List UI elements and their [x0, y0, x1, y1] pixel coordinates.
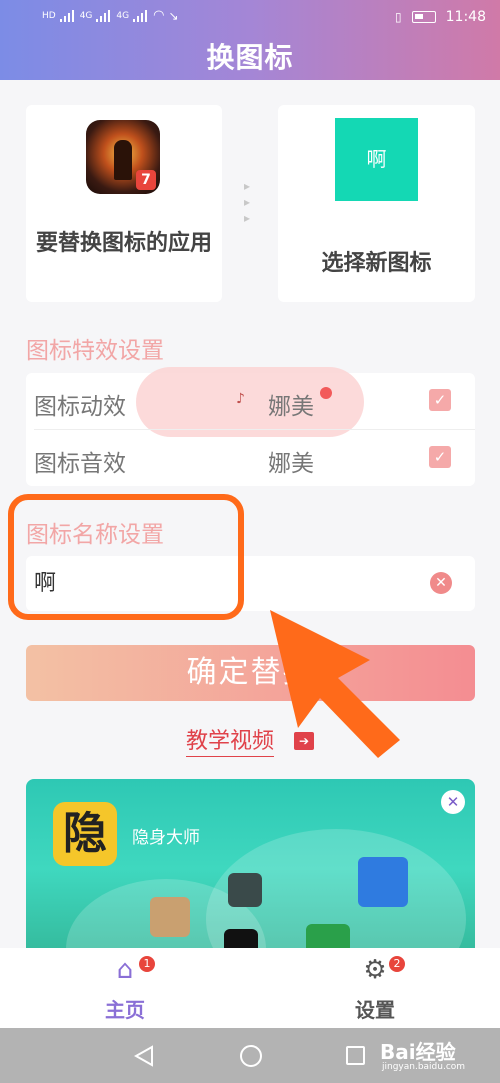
wifi-icon: ◠ [153, 8, 165, 23]
signal-indicators: HD 4G 4G ◠ ↘ [42, 8, 179, 23]
tab-home[interactable]: ⌂ 1 主页 [0, 948, 250, 1028]
missed-call-icon: ↘ [168, 8, 179, 23]
app-tile-icon [358, 857, 408, 907]
bottom-tab-bar: ⌂ 1 主页 ⚙ 2 设置 [0, 948, 500, 1028]
system-nav-bar: Bai经验 jingyan.baidu.com [0, 1028, 500, 1083]
app-tile-icon [150, 897, 190, 937]
app-tile-icon [228, 873, 262, 907]
new-icon-card[interactable]: 啊 选择新图标 [278, 105, 475, 302]
effects-card: 图标动效 ♪ 娜美 ✓ 图标音效 娜美 ✓ [26, 367, 475, 486]
network-label: 4G [79, 10, 93, 21]
status-bar: HD 4G 4G ◠ ↘ ▯ 11:48 [0, 0, 500, 36]
new-icon-label: 选择新图标 [321, 251, 432, 276]
game-app-icon: 7 [86, 120, 160, 194]
annotation-highlight-box [8, 494, 244, 620]
touch-highlight [136, 367, 364, 437]
signal-icon [59, 9, 76, 22]
back-icon[interactable] [134, 1045, 154, 1067]
signal-icon [96, 9, 112, 22]
clock: 11:48 [445, 9, 486, 25]
tab-settings[interactable]: ⚙ 2 设置 [250, 948, 500, 1028]
effects-section-title: 图标特效设置 [26, 338, 164, 364]
app-header: HD 4G 4G ◠ ↘ ▯ 11:48 换图标 [0, 0, 500, 80]
annotation-arrow-icon [270, 610, 400, 758]
sound-effect-value: 娜美 [268, 451, 314, 477]
animation-effect-row[interactable]: 图标动效 ♪ 娜美 ✓ [26, 367, 475, 437]
tab-settings-label: 设置 [355, 998, 395, 1022]
new-dot-badge [320, 387, 332, 399]
checkbox-animation[interactable]: ✓ [429, 389, 451, 411]
recent-apps-icon[interactable] [346, 1046, 365, 1065]
ad-close-icon[interactable]: ✕ [441, 790, 465, 814]
checkbox-sound[interactable]: ✓ [429, 446, 451, 468]
effect-preview-icon: ♪ [236, 391, 245, 407]
chevron-right-icon: ▸ ▸ ▸ [244, 179, 251, 225]
sound-effect-row[interactable]: 图标音效 娜美 ✓ [26, 430, 475, 486]
home-badge: 1 [139, 956, 155, 972]
new-icon-preview: 啊 [335, 118, 418, 201]
animation-effect-label: 图标动效 [34, 394, 126, 420]
clear-icon[interactable]: ✕ [430, 572, 452, 594]
target-app-label: 要替换图标的应用 [35, 231, 212, 256]
ad-logo-icon: 隐 [53, 802, 117, 866]
page-title: 换图标 [206, 41, 294, 74]
tutorial-video-link[interactable]: 教学视频 [186, 728, 275, 757]
gear-icon: ⚙ [363, 955, 387, 985]
status-right: ▯ 11:48 [395, 9, 486, 25]
hd-label: HD [42, 10, 56, 21]
sound-effect-label: 图标音效 [34, 451, 126, 477]
network-label: 4G [116, 10, 130, 21]
watermark-logo: Bai经验 [380, 1040, 456, 1064]
target-app-card[interactable]: 7 要替换图标的应用 [26, 105, 222, 302]
ad-title: 隐身大师 [132, 828, 200, 848]
home-icon: ⌂ [116, 955, 134, 985]
app-badge-icon: 7 [136, 170, 156, 190]
warrior-figure [114, 140, 132, 180]
animation-effect-value: 娜美 [268, 394, 314, 420]
watermark-url: jingyan.baidu.com [382, 1062, 466, 1072]
home-nav-icon[interactable] [240, 1045, 262, 1067]
settings-badge: 2 [389, 956, 405, 972]
battery-icon [411, 11, 436, 23]
signal-icon [133, 9, 149, 22]
play-arrow-icon[interactable]: ➔ [294, 732, 314, 750]
ad-banner[interactable]: 隐 隐身大师 ✕ [26, 779, 475, 959]
vibrate-icon: ▯ [395, 10, 402, 24]
tab-home-label: 主页 [105, 998, 145, 1022]
